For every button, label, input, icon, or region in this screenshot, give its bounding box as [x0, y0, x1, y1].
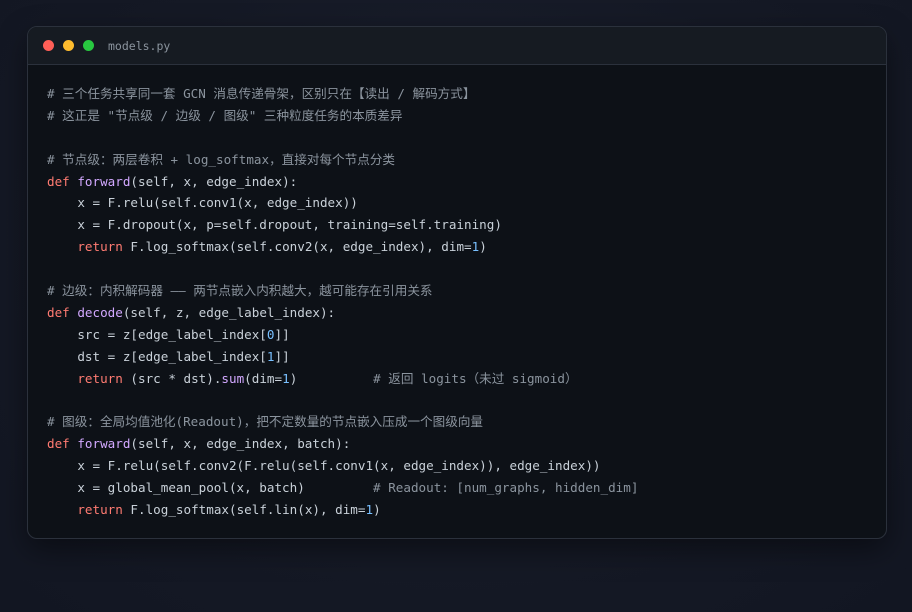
code-line: # 这正是 "节点级 / 边级 / 图级" 三种粒度任务的本质差异	[47, 105, 638, 127]
code-text: x = F.relu(self.conv1(x, edge_index))	[47, 195, 358, 211]
zoom-window-button[interactable]	[83, 40, 94, 51]
code-line: x = F.relu(self.conv1(x, edge_index))	[47, 192, 638, 214]
code-function: forward	[77, 173, 131, 189]
code-comment: # 边级：内积解码器 —— 两节点嵌入内积越大，越可能存在引用关系	[47, 283, 433, 299]
code-text: ]]	[274, 348, 290, 364]
code-comment: # 这正是 "节点级 / 边级 / 图级" 三种粒度任务的本质差异	[47, 107, 403, 123]
code-line: def forward(self, x, edge_index, batch):	[47, 433, 638, 455]
code-comment: # 返回 logits（未过 sigmoid）	[373, 370, 578, 386]
code-line: # 节点级：两层卷积 + log_softmax，直接对每个节点分类	[47, 149, 638, 171]
file-name: models.py	[108, 38, 171, 53]
code-function: forward	[77, 436, 131, 452]
code-function: sum	[221, 370, 245, 386]
code-keyword: return	[77, 239, 123, 255]
title-bar: models.py	[28, 27, 886, 65]
code-number: 1	[365, 501, 374, 517]
code-text: (self, x, edge_index, batch):	[130, 436, 351, 452]
code-line: # 图级：全局均值池化(Readout)，把不定数量的节点嵌入压成一个图级向量	[47, 411, 638, 433]
code-text: x = F.relu(self.conv2(F.relu(self.conv1(…	[47, 458, 601, 474]
code-line: return F.log_softmax(self.conv2(x, edge_…	[47, 236, 638, 258]
code-comment: # Readout: [num_graphs, hidden_dim]	[373, 480, 639, 496]
code-block: # 三个任务共享同一套 GCN 消息传递骨架，区别只在【读出 / 解码方式】 # …	[47, 83, 638, 521]
code-line: x = global_mean_pool(x, batch) # Readout…	[47, 477, 638, 499]
code-text: )	[289, 370, 374, 386]
code-text: x = F.dropout(x, p=self.dropout, trainin…	[47, 217, 502, 233]
code-text: (self, x, edge_index):	[130, 173, 298, 189]
code-text: dst = z[edge_label_index[	[47, 348, 267, 364]
code-comment: # 图级：全局均值池化(Readout)，把不定数量的节点嵌入压成一个图级向量	[47, 414, 484, 430]
code-line: # 三个任务共享同一套 GCN 消息传递骨架，区别只在【读出 / 解码方式】	[47, 83, 638, 105]
code-text: (self, z, edge_label_index):	[122, 304, 336, 320]
code-window: models.py # 三个任务共享同一套 GCN 消息传递骨架，区别只在【读出…	[27, 26, 887, 539]
close-window-button[interactable]	[43, 40, 54, 51]
code-line: x = F.relu(self.conv2(F.relu(self.conv1(…	[47, 455, 638, 477]
code-line: return F.log_softmax(self.lin(x), dim=1)	[47, 499, 638, 521]
code-text: F.log_softmax(self.conv2(x, edge_index),…	[122, 239, 472, 255]
code-comment: # 节点级：两层卷积 + log_softmax，直接对每个节点分类	[47, 151, 396, 167]
code-text: ]]	[274, 326, 290, 342]
code-keyword: def	[47, 304, 78, 320]
code-keyword: return	[77, 501, 123, 517]
code-function: decode	[77, 304, 123, 320]
code-keyword: def	[47, 173, 78, 189]
code-number: 1	[282, 370, 290, 386]
code-keyword: return	[77, 370, 123, 386]
code-text: x = global_mean_pool(x, batch)	[47, 480, 374, 496]
code-text: (dim=	[244, 370, 283, 386]
code-line: return (src * dst).sum(dim=1) # 返回 logit…	[47, 368, 638, 390]
code-text: (src * dst).	[122, 370, 222, 386]
code-text: )	[479, 239, 487, 255]
code-keyword: def	[47, 436, 78, 452]
minimize-window-button[interactable]	[63, 40, 74, 51]
code-text: )	[373, 501, 381, 517]
code-text: src = z[edge_label_index[	[47, 326, 267, 342]
code-line: x = F.dropout(x, p=self.dropout, trainin…	[47, 214, 638, 236]
code-line: src = z[edge_label_index[0]]	[47, 324, 638, 346]
code-line: def decode(self, z, edge_label_index):	[47, 302, 638, 324]
code-comment: # 三个任务共享同一套 GCN 消息传递骨架，区别只在【读出 / 解码方式】	[47, 86, 476, 101]
code-line: # 边级：内积解码器 —— 两节点嵌入内积越大，越可能存在引用关系	[47, 280, 638, 302]
code-line: dst = z[edge_label_index[1]]	[47, 346, 638, 368]
code-text: F.log_softmax(self.lin(x), dim=	[122, 501, 366, 517]
code-line: def forward(self, x, edge_index):	[47, 171, 638, 193]
